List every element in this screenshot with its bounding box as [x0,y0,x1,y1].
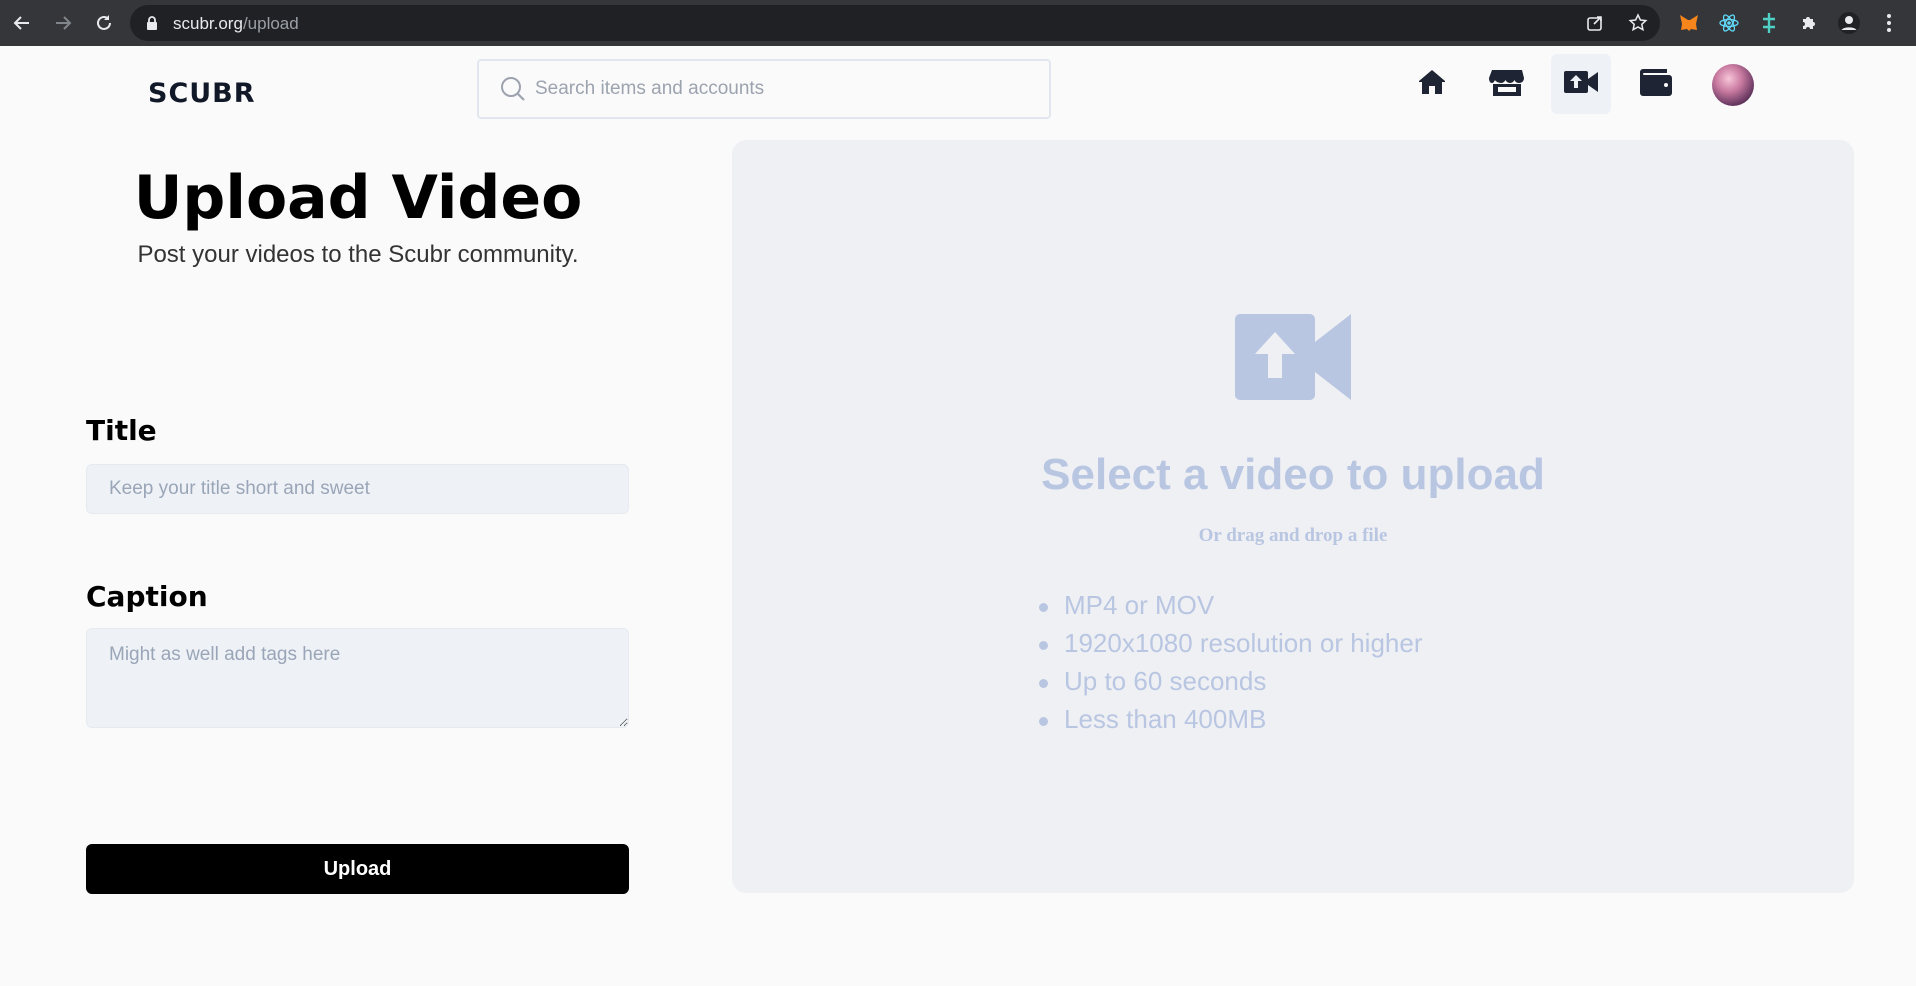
page-title: Upload Video [133,163,583,233]
search-icon [499,75,527,108]
nav-store[interactable] [1477,54,1537,114]
react-devtools-extension-icon[interactable] [1717,11,1741,35]
reload-icon[interactable] [92,11,116,35]
title-label: Title [86,414,157,447]
extension-icon[interactable] [1757,11,1781,35]
caption-label: Caption [86,580,208,613]
browser-chrome: scubr.org/upload [0,0,1916,46]
search-bar [477,59,1051,119]
lock-icon [146,16,158,35]
list-item: 1920x1080 resolution or higher [1034,628,1422,666]
upload-button[interactable]: Upload [86,844,629,894]
avatar[interactable] [1712,64,1754,106]
metamask-extension-icon[interactable] [1677,11,1701,35]
address-bar[interactable]: scubr.org/upload [130,5,1660,41]
caption-field[interactable] [86,628,629,728]
logo[interactable]: SCUBR [148,78,256,109]
page-subtitle: Post your videos to the Scubr community. [137,241,579,268]
store-icon [1489,66,1525,103]
video-dropzone[interactable]: Select a video to upload Or drag and dro… [732,140,1854,893]
browser-menu-icon[interactable] [1877,11,1901,35]
upload-video-icon [1563,68,1599,101]
list-item: MP4 or MOV [1034,590,1422,628]
nav-upload-video[interactable] [1551,54,1611,114]
nav-wallet[interactable] [1626,54,1686,114]
search-input[interactable] [535,75,1035,103]
url-text: scubr.org/upload [173,14,299,33]
home-icon [1416,66,1448,103]
bookmark-star-icon[interactable] [1628,13,1648,33]
dropzone-title: Select a video to upload [1041,450,1545,499]
puzzle-extensions-icon[interactable] [1797,11,1821,35]
back-icon[interactable] [10,11,34,35]
video-upload-icon [1235,314,1351,405]
profile-icon[interactable] [1837,11,1861,35]
forward-icon[interactable] [51,11,75,35]
requirements-list: MP4 or MOV 1920x1080 resolution or highe… [1034,590,1422,742]
list-item: Less than 400MB [1034,704,1422,742]
dropzone-subtitle: Or drag and drop a file [1198,525,1388,546]
title-field[interactable] [86,464,629,514]
nav-home[interactable] [1402,54,1462,114]
wallet-icon [1638,66,1674,103]
share-icon[interactable] [1585,13,1605,33]
list-item: Up to 60 seconds [1034,666,1422,704]
